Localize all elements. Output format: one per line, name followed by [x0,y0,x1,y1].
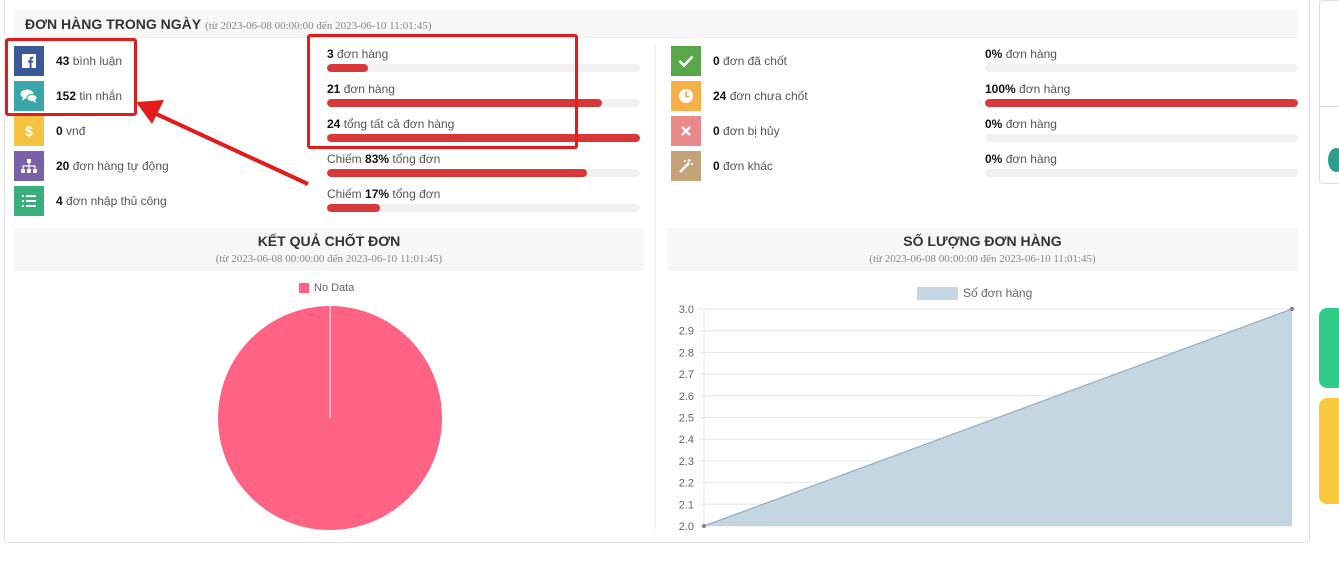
clock-icon [671,81,701,111]
bar-share-auto: Chiếm 83% tổng đơn [327,152,640,182]
list-icon [14,186,44,216]
y-tick-label: 2.6 [679,391,694,403]
line-box-title: SỐ LƯỢNG ĐƠN HÀNG [903,233,1062,249]
close-icon [671,116,701,146]
stat-manual-orders: 4 đơn nhập thủ công [14,186,167,216]
data-point[interactable] [1289,306,1295,312]
y-tick-label: 2.4 [679,434,694,446]
line-box-range: (từ 2023-06-08 00:00:00 đến 2023-06-10 1… [869,253,1096,265]
sitemap-icon [14,151,44,181]
line-box-header: SỐ LƯỢNG ĐƠN HÀNG (từ 2023-06-08 00:00:0… [667,228,1298,271]
y-tick-label: 2.9 [679,326,694,338]
column-divider [655,45,656,530]
data-point[interactable] [701,523,707,529]
dollar-icon: $ [14,116,44,146]
panel-header: ĐƠN HÀNG TRONG NGÀY (từ 2023-06-08 00:00:… [14,10,1298,38]
area-chart: 3.0 2.9 2.8 2.7 2.6 2.5 2.4 2.3 2.2 2.1 2.0 [679,304,1295,533]
stat-revenue: $ 0 vnđ [14,116,85,146]
stat-not-closed: 24 đơn chưa chốt [671,81,808,111]
progress-fill [985,99,1298,107]
progress-fill [327,204,381,212]
stat-closed: 0 đơn đã chốt [671,46,787,76]
side-avatar[interactable] [1328,148,1339,172]
y-tick-label: 2.2 [679,478,694,490]
pie-legend-label: No Data [314,282,355,294]
check-icon [671,46,701,76]
progress-track [327,169,640,177]
y-tick-label: 2.5 [679,413,694,425]
y-tick-label: 3.0 [679,304,694,316]
stat-cancelled: 0 đơn bị hủy [671,116,780,146]
y-tick-label: 2.3 [679,456,694,468]
y-tick-label: 2.7 [679,369,694,381]
page-title: ĐƠN HÀNG TRONG NGÀY (từ 2023-06-08 00:00:… [25,16,432,32]
bar-not-closed-pct: 100% đơn hàng [985,82,1298,112]
magic-icon [671,151,701,181]
annotation-box-middle [307,34,578,149]
y-tick-label: 2.1 [679,499,694,511]
pie-box-header: KẾT QUẢ CHỐT ĐƠN (từ 2023-06-08 00:00:00… [14,228,644,271]
pie-legend-swatch [299,283,309,293]
pie-box-range: (từ 2023-06-08 00:00:00 đến 2023-06-10 1… [215,253,443,265]
progress-track [985,99,1298,107]
progress-track [985,134,1298,142]
y-tick-label: 2.8 [679,347,694,359]
progress-track [985,64,1298,72]
date-range: (từ 2023-06-08 00:00:00 đến 2023-06-10 1… [205,20,432,32]
bar-cancelled-pct: 0% đơn hàng [985,117,1298,147]
pie-legend[interactable]: No Data [299,282,354,294]
line-legend[interactable]: Số đơn hàng [917,286,1032,300]
y-tick-label: 2.0 [679,521,694,533]
progress-track [985,169,1298,177]
side-green-widget[interactable] [1319,308,1339,388]
side-yellow-widget[interactable] [1319,398,1339,504]
pie-box-title: KẾT QUẢ CHỐT ĐƠN [257,233,401,249]
pie-chart [218,306,442,530]
annotation-arrow [136,100,309,186]
bar-closed-pct: 0% đơn hàng [985,47,1298,77]
bar-other-pct: 0% đơn hàng [985,152,1298,182]
bar-share-manual: Chiếm 17% tổng đơn [327,187,640,217]
progress-track [327,204,640,212]
line-legend-swatch [917,286,958,300]
line-legend-label: Số đơn hàng [963,286,1033,300]
stat-other: 0 đơn khác [671,151,773,181]
progress-fill [327,169,587,177]
annotation-box-left [5,38,137,116]
